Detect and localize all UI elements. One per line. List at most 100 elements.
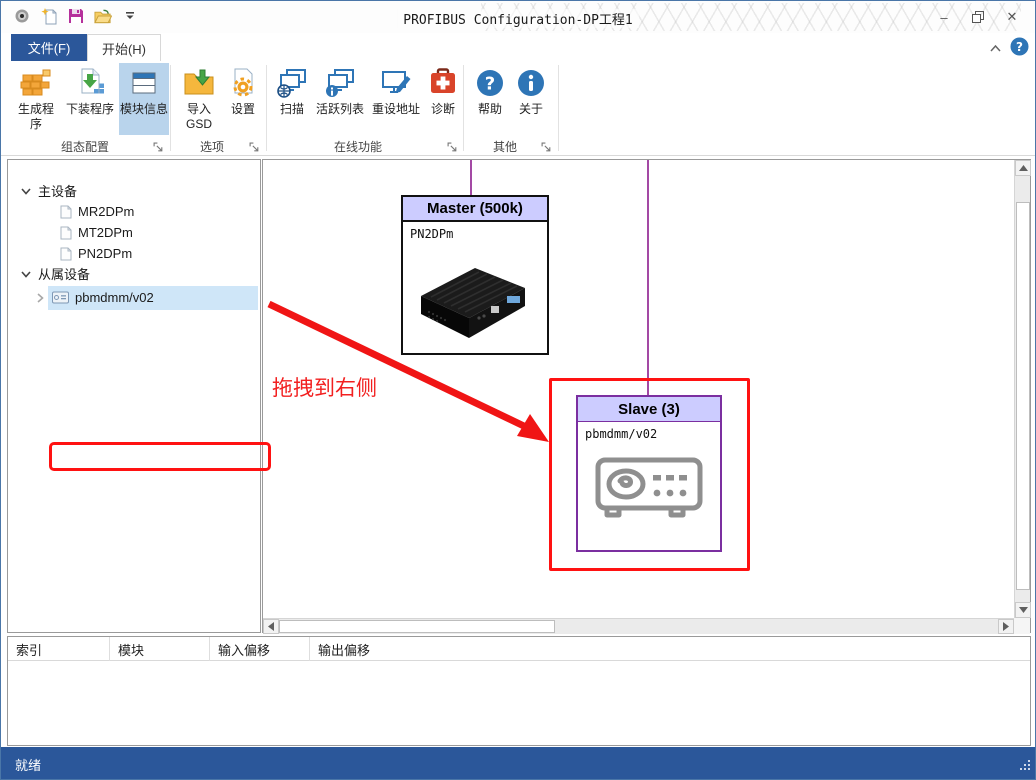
download-program-icon [74,67,106,99]
chevron-down-icon[interactable] [20,185,32,197]
ribbon-group-label: 其他 [492,140,517,154]
master-title: Master (500k) [403,197,547,222]
ribbon-button-label: 模块信息 [119,102,168,116]
chevron-down-icon[interactable] [20,268,32,280]
horizontal-scroll-thumb[interactable] [279,620,555,633]
collapse-ribbon-icon[interactable] [989,40,1002,58]
scroll-right-button[interactable] [998,619,1014,634]
app-icon[interactable] [13,7,31,25]
column-header-module[interactable]: 模块 [110,637,210,661]
ribbon-help-button[interactable]: ? [1010,37,1029,61]
status-ready-text: 就绪 [15,758,42,773]
bus-line [647,160,649,396]
annotation-highlight-box-slave [549,378,750,571]
ribbon-button-scan[interactable]: 扫描 [273,63,311,135]
active-list-icon [324,67,356,99]
ribbon-button-active-list[interactable]: 活跃列表 [312,63,368,135]
tree-group-label: 从属设备 [38,267,91,282]
column-header-index[interactable]: 索引 [8,637,110,661]
chevron-right-icon[interactable] [34,292,46,304]
customize-qat-icon[interactable] [121,7,139,25]
vertical-scroll-thumb[interactable] [1016,202,1030,590]
restore-button[interactable] [961,5,995,29]
reset-address-icon [380,67,412,99]
master-device-box[interactable]: Master (500k) PN2DPm [401,195,549,355]
resize-grip[interactable] [1018,758,1031,776]
save-icon[interactable] [67,7,85,25]
ribbon-button-label: 诊断 [430,102,455,116]
ribbon-tab-row: 文件(F) 开始(H) ? [1,33,1035,61]
column-header-input-offset[interactable]: 输入偏移 [210,637,310,661]
new-file-icon[interactable] [40,7,58,25]
tree-group-masters[interactable]: 主设备 [20,180,77,201]
ribbon-button-label: 扫描 [279,102,304,116]
annotation-highlight-box-tree [49,442,271,471]
ribbon-button-download-program[interactable]: 下装程序 [61,63,119,135]
ribbon-button-label: 关于 [518,102,543,116]
canvas-horizontal-scrollbar[interactable] [263,618,1014,634]
dialog-launcher-icon[interactable] [153,140,165,152]
tree-item-pn2dpm[interactable]: PN2DPm [60,243,132,264]
bricks-icon [20,67,52,99]
canvas-vertical-scrollbar[interactable] [1014,160,1031,618]
dialog-launcher-icon[interactable] [249,140,261,152]
master-device-image [421,268,525,338]
column-header-output-offset[interactable]: 输出偏移 [310,637,420,661]
tree-item-label: PN2DPm [78,246,133,261]
annotation-label: 拖拽到右侧 [272,377,377,400]
quick-access-toolbar [13,7,139,25]
scroll-left-button[interactable] [263,619,279,634]
ribbon-button-label: 活跃列表 [315,102,364,116]
open-folder-icon[interactable] [94,7,112,25]
ribbon-button-settings[interactable]: 设置 [223,63,263,135]
file-icon [60,247,72,261]
module-card-icon [52,291,69,304]
scroll-up-button[interactable] [1015,160,1031,176]
ribbon-button-label: 导入GSD [185,102,212,131]
tree-group-label: 主设备 [38,184,78,199]
help-icon: ? [474,67,506,99]
module-info-icon [128,67,160,99]
ribbon-button-generate-program[interactable]: 生成程序 [13,63,59,135]
device-tree-panel: 主设备 MR2DPm MT2DPm PN2DPm 从属设备 pbmdmm/v02 [7,159,271,633]
title-bar: PROFIBUS Configuration-DP工程1 – ✕ [1,1,1035,33]
bus-line [470,160,472,196]
ribbon-button-label: 下装程序 [65,102,114,116]
ribbon-group-label: 组态配置 [60,140,109,154]
file-icon [60,205,72,219]
window-title: PROFIBUS Configuration-DP工程1 [397,9,639,28]
ribbon-button-label: 生成程序 [17,102,54,131]
svg-text:?: ? [1016,40,1023,54]
tree-item-mr2dpm[interactable]: MR2DPm [60,201,134,222]
tree-item-mt2dpm[interactable]: MT2DPm [60,222,133,243]
dialog-launcher-icon[interactable] [541,140,553,152]
close-button[interactable]: ✕ [995,5,1029,29]
tree-item-label: MR2DPm [78,204,135,219]
ribbon: 生成程序 下装程序 模块信息 组态配置 导入GSD 设置 选项 扫描 活跃列表 … [1,61,1035,156]
ribbon-button-reset-address[interactable]: 重设地址 [370,63,422,135]
ribbon-button-import-gsd[interactable]: 导入GSD [177,63,221,135]
ribbon-button-module-info[interactable]: 模块信息 [119,63,169,135]
ribbon-button-about[interactable]: 关于 [512,63,550,135]
tab-home[interactable]: 开始(H) [87,34,161,61]
tree-item-label: pbmdmm/v02 [75,290,154,305]
tree-item-pbmdmm-v02[interactable]: pbmdmm/v02 [34,287,154,308]
scan-icon [276,67,308,99]
scroll-down-button[interactable] [1015,602,1031,618]
master-device-name: PN2DPm [410,227,454,241]
scrollbar-corner [1014,618,1030,634]
ribbon-group-label: 选项 [199,140,224,154]
status-bar: 就绪 [1,747,1035,779]
module-table-panel: 索引 模块 输入偏移 输出偏移 [7,636,1031,746]
diagnose-icon [427,67,459,99]
minimize-button[interactable]: – [927,5,961,29]
tree-item-label: MT2DPm [78,225,133,240]
svg-text:?: ? [485,74,495,95]
tree-group-slaves[interactable]: 从属设备 [20,263,90,284]
dialog-launcher-icon[interactable] [447,140,459,152]
ribbon-button-help[interactable]: ? 帮助 [471,63,509,135]
app-window: PROFIBUS Configuration-DP工程1 – ✕ 文件(F) 开… [0,0,1036,780]
ribbon-button-diagnose[interactable]: 诊断 [424,63,462,135]
ribbon-button-label: 重设地址 [371,102,420,116]
tab-file[interactable]: 文件(F) [11,34,87,61]
